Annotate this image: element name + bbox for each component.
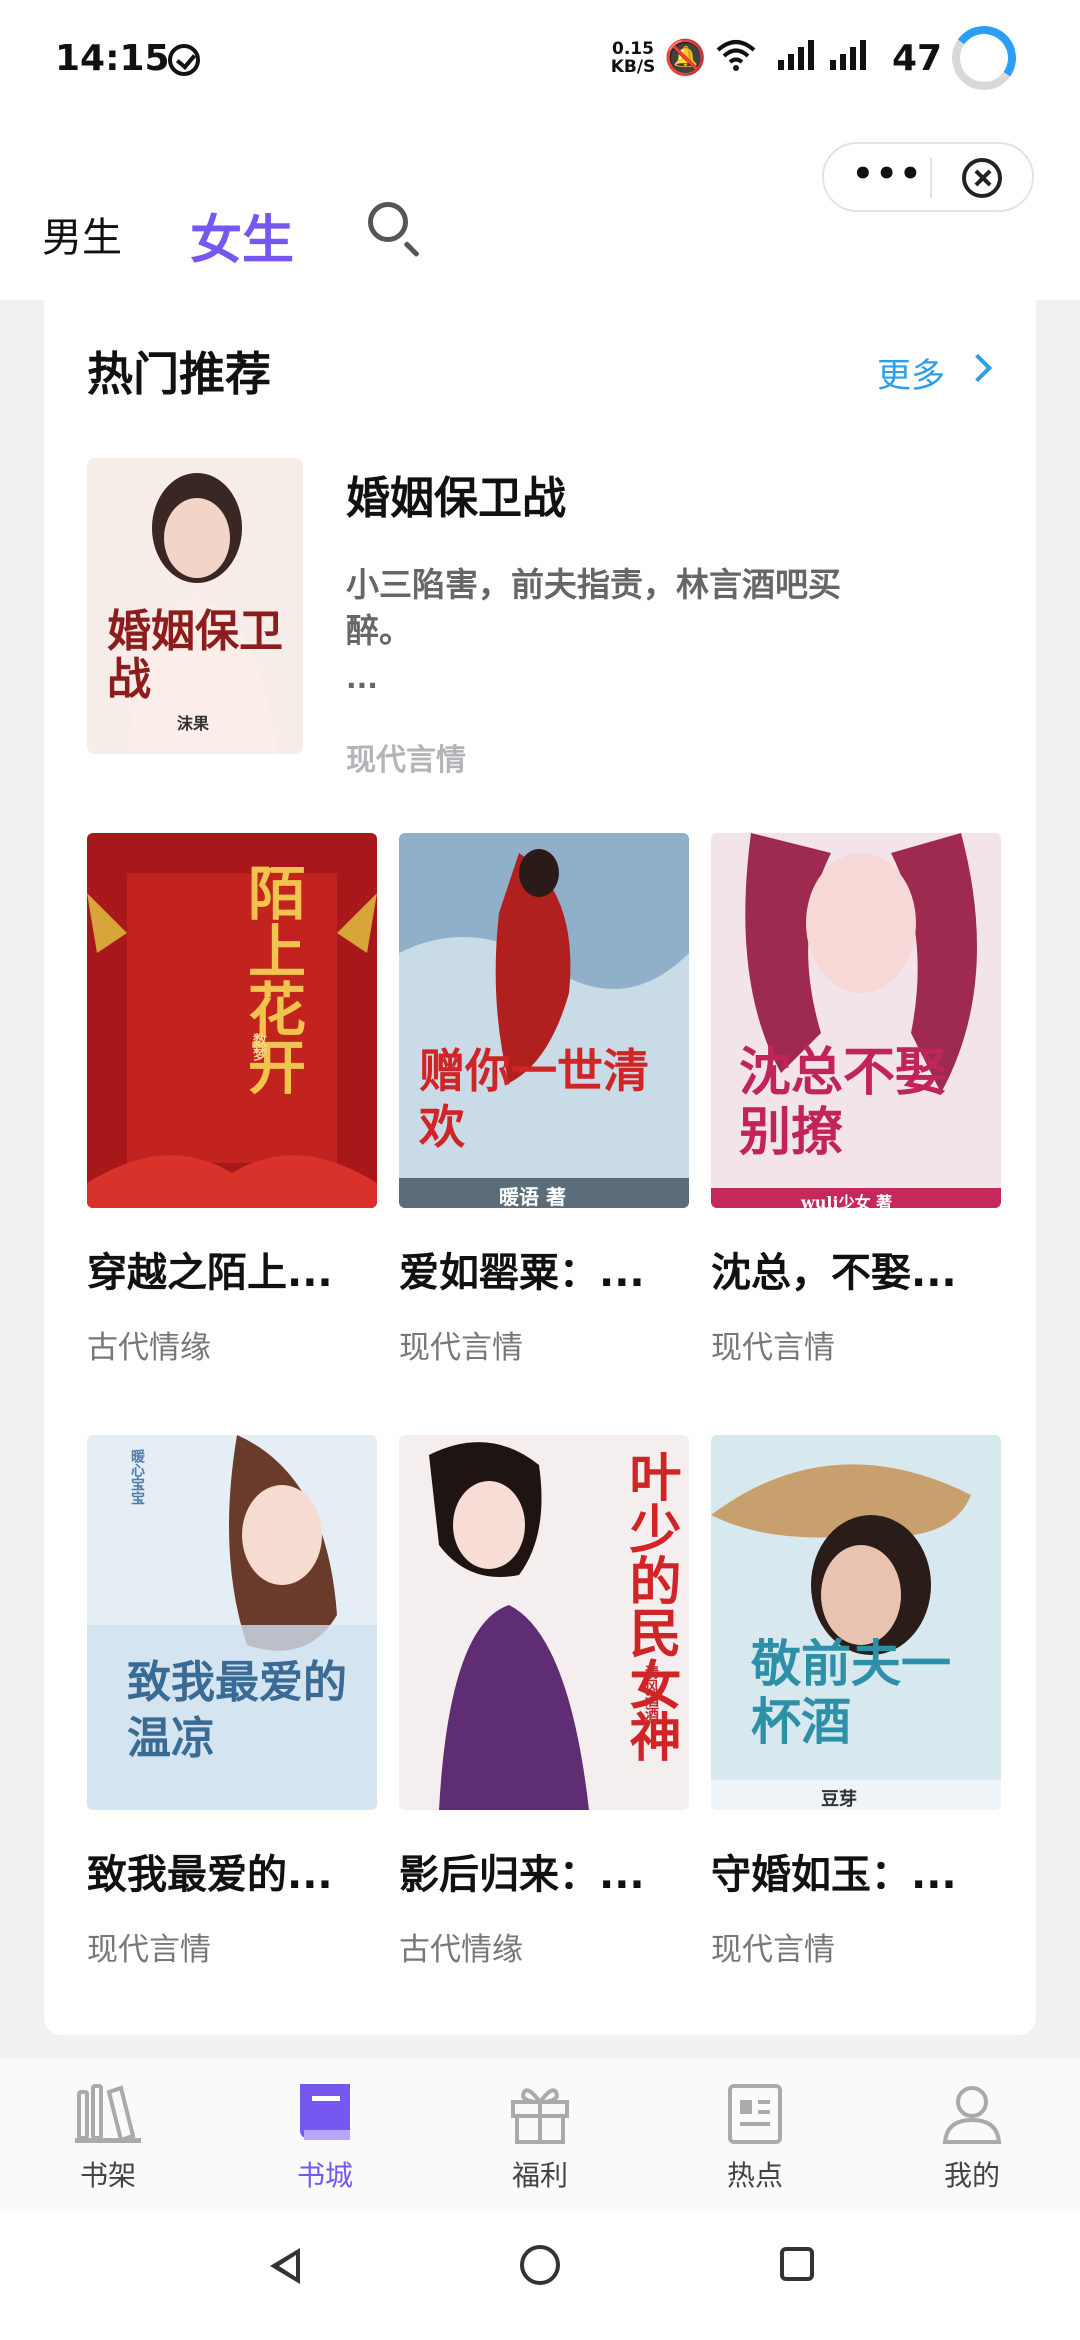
book-cover-author: 清风酒酒 — [643, 1665, 659, 1721]
signal-icon — [776, 38, 818, 81]
check-circle-icon — [168, 44, 200, 76]
nav-label: 我的 — [943, 2159, 1000, 2192]
bottom-nav: 书架 书城 福利 热点 我的 — [0, 2057, 1080, 2213]
chevron-right-icon[interactable] — [963, 353, 993, 383]
book-cover[interactable]: 敬前夫一杯酒 豆芽 — [711, 1435, 1001, 1810]
back-icon[interactable] — [270, 2248, 300, 2284]
nav-label: 福利 — [511, 2159, 568, 2192]
book-title[interactable]: 致我最爱的... — [87, 1842, 377, 1900]
featured-cover-author: 沫果 — [177, 714, 210, 733]
loading-ring-icon — [946, 20, 1022, 96]
more-menu-icon[interactable]: ••• — [852, 154, 922, 200]
close-icon[interactable] — [962, 158, 1002, 198]
book-card[interactable]: 陌上花开 数梦 穿越之陌上... 古代情缘 — [87, 833, 377, 1367]
book-genre: 现代言情 — [399, 1330, 523, 1366]
book-cover-title: 沈总不娶别撩 — [739, 1042, 948, 1163]
book-cover-title: 陌上花开 — [238, 863, 306, 1095]
book-cover-title: 敬前夫一杯酒 — [751, 1634, 951, 1751]
bookshelf-icon — [73, 2078, 143, 2148]
book-card[interactable]: 敬前夫一杯酒 豆芽 守婚如玉：... 现代言情 — [711, 1435, 1001, 1969]
book-cover-title: 叶少的民女神 — [620, 1450, 681, 1762]
featured-description: 小三陷害，前夫指责，林言酒吧买醉。 — [346, 565, 841, 650]
tab-female[interactable]: 女生 — [190, 198, 294, 273]
recommend-card: 热门推荐 更多 婚姻保卫战 沫果 婚姻保卫战 小三陷害，前夫指责，林言酒吧买醉。… — [44, 300, 1036, 2035]
miniprogram-capsule: ••• — [822, 142, 1034, 212]
more-link[interactable]: 更多 — [877, 348, 945, 397]
news-icon — [720, 2078, 790, 2148]
featured-genre: 现代言情 — [346, 743, 466, 778]
top-header: ••• 男生 女生 — [0, 120, 1080, 300]
book-card[interactable]: 致我最爱的温凉 暖心宝宝 致我最爱的... 现代言情 — [87, 1435, 377, 1969]
capsule-divider — [930, 158, 932, 198]
tab-male[interactable]: 男生 — [42, 205, 122, 263]
book-cover-author: 暖心宝宝 — [129, 1449, 145, 1505]
book-cover-author: 暖语 著 — [499, 1185, 566, 1208]
system-nav-bar — [0, 2212, 1080, 2340]
book-cover[interactable]: 赠你一世清欢 暖语 著 — [399, 833, 689, 1208]
book-title[interactable]: 守婚如玉：... — [711, 1842, 1001, 1900]
featured-title[interactable]: 婚姻保卫战 — [346, 462, 566, 526]
recent-apps-icon[interactable] — [780, 2247, 814, 2281]
book-cover-author: wuli少女 著 — [801, 1193, 893, 1208]
user-icon — [937, 2078, 1007, 2148]
nav-hot[interactable]: 热点 — [685, 2078, 825, 2194]
book-card[interactable]: 叶少的民女神 清风酒酒 影后归来：... 古代情缘 — [399, 1435, 689, 1969]
book-cover-author: 豆芽 — [821, 1789, 857, 1810]
featured-ellipsis: ... — [346, 662, 378, 695]
gift-icon — [505, 2078, 575, 2148]
nav-bookstore[interactable]: 书城 — [255, 2078, 395, 2194]
book-title[interactable]: 沈总，不娶... — [711, 1240, 1001, 1298]
battery-level: 47 — [892, 38, 943, 79]
book-icon — [290, 2078, 360, 2148]
network-speed: 0.15 KB/S — [610, 39, 656, 77]
book-cover[interactable]: 致我最爱的温凉 暖心宝宝 — [87, 1435, 377, 1810]
book-cover-author: 数梦 — [251, 1033, 267, 1061]
book-card[interactable]: 沈总不娶别撩 wuli少女 著 沈总，不娶... 现代言情 — [711, 833, 1001, 1367]
home-icon[interactable] — [520, 2245, 560, 2285]
book-genre: 古代情缘 — [399, 1932, 523, 1968]
book-title[interactable]: 影后归来：... — [399, 1842, 689, 1900]
book-genre: 现代言情 — [87, 1932, 211, 1968]
status-time: 14:15 — [55, 38, 170, 79]
nav-welfare[interactable]: 福利 — [470, 2078, 610, 2194]
featured-cover-title: 婚姻保卫战 — [107, 606, 283, 705]
wifi-icon — [716, 38, 756, 81]
book-title[interactable]: 穿越之陌上... — [87, 1240, 377, 1298]
book-cover[interactable]: 陌上花开 数梦 — [87, 833, 377, 1208]
book-cover[interactable]: 沈总不娶别撩 wuli少女 著 — [711, 833, 1001, 1208]
mute-bell-icon: 🔕 — [664, 38, 707, 78]
status-bar: 14:15 0.15 KB/S 🔕 47 — [0, 0, 1080, 120]
search-icon[interactable] — [368, 202, 408, 242]
book-cover-title: 致我最爱的温凉 — [127, 1657, 347, 1764]
signal-icon-2 — [828, 38, 870, 81]
featured-cover[interactable]: 婚姻保卫战 沫果 — [87, 458, 303, 754]
book-genre: 古代情缘 — [87, 1330, 211, 1366]
nav-bookshelf[interactable]: 书架 — [38, 2078, 178, 2194]
book-cover[interactable]: 叶少的民女神 清风酒酒 — [399, 1435, 689, 1810]
nav-label: 热点 — [726, 2159, 783, 2192]
nav-label: 书架 — [79, 2159, 136, 2192]
book-title[interactable]: 爱如罂粟：... — [399, 1240, 689, 1298]
book-cover-title: 赠你一世清欢 — [419, 1044, 649, 1154]
book-genre: 现代言情 — [711, 1932, 835, 1968]
section-title: 热门推荐 — [87, 347, 271, 401]
nav-label: 书城 — [296, 2159, 353, 2192]
book-genre: 现代言情 — [711, 1330, 835, 1366]
nav-mine[interactable]: 我的 — [902, 2078, 1042, 2194]
book-card[interactable]: 赠你一世清欢 暖语 著 爱如罂粟：... 现代言情 — [399, 833, 689, 1367]
